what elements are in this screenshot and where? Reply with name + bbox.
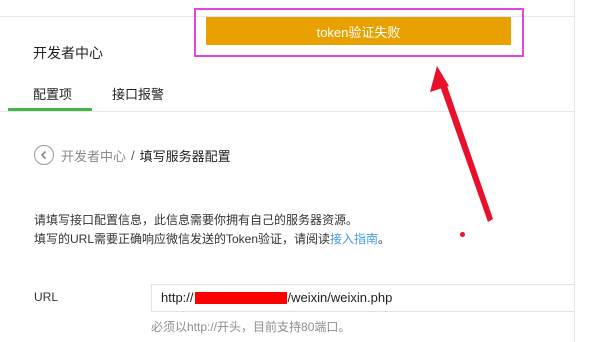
red-arrow-annotation xyxy=(430,66,493,222)
red-dot xyxy=(460,232,465,237)
arrow-shaft xyxy=(440,83,493,222)
